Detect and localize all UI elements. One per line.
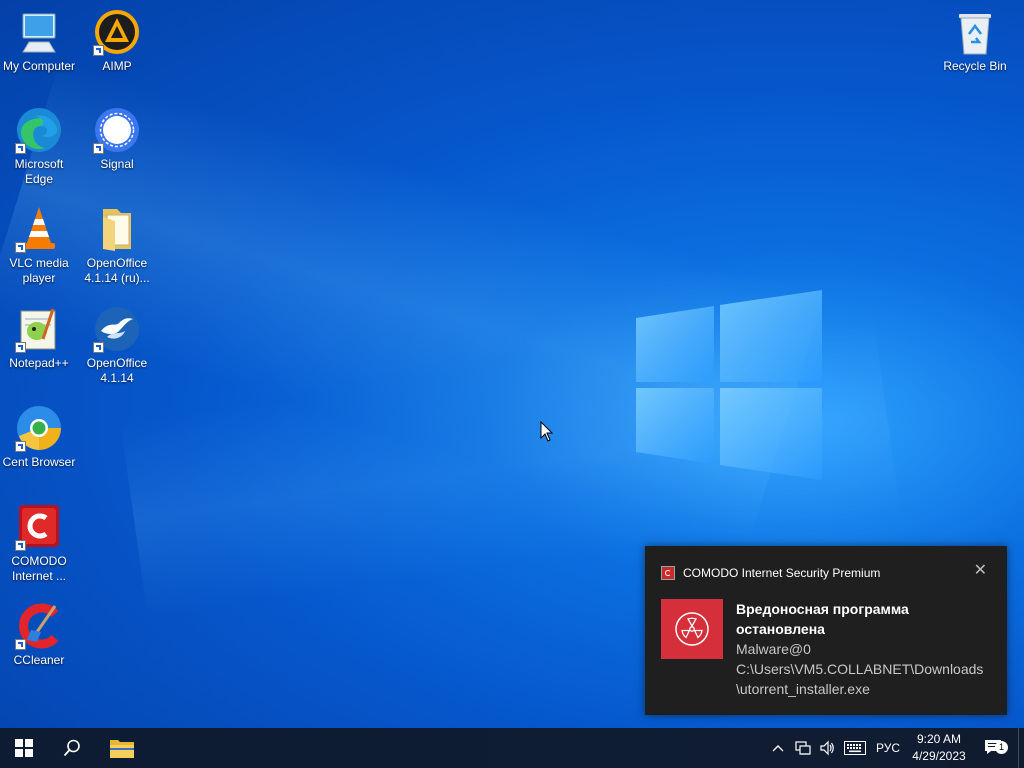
clock-time: 9:20 AM <box>916 732 962 746</box>
comodo-app-icon <box>661 566 675 580</box>
toast-title-line2: остановлена <box>736 621 825 637</box>
input-language-indicator[interactable]: РУС <box>872 728 904 768</box>
toast-app-name: COMODO Internet Security Premium <box>683 566 881 580</box>
icon-label-line1: OpenOffice <box>86 356 148 370</box>
icon-label-line1: OpenOffice <box>86 256 148 270</box>
search-icon <box>63 739 80 757</box>
keyboard-icon <box>844 741 866 755</box>
radiation-icon <box>675 612 709 646</box>
shortcut-arrow-icon <box>15 143 26 154</box>
volume-button[interactable] <box>816 728 838 768</box>
desktop-icon-notepadpp[interactable]: Notepad++ <box>0 305 78 371</box>
icon-label: Recycle Bin <box>943 59 1007 73</box>
toast-title-line1: Вредоносная программа <box>736 601 909 617</box>
icon-label-line1: COMODO <box>11 554 67 568</box>
show-desktop-button[interactable] <box>1018 728 1024 768</box>
icon-label-line2: 4.1.14 (ru)... <box>84 271 150 285</box>
icon-label-line1: Microsoft <box>14 157 64 171</box>
icon-label: Signal <box>100 157 134 171</box>
shortcut-arrow-icon <box>93 143 104 154</box>
icon-label: My Computer <box>2 59 76 73</box>
icon-label-line2: Edge <box>24 172 54 186</box>
start-button[interactable] <box>0 728 48 768</box>
malware-alert-tile <box>661 599 723 659</box>
windows-start-icon <box>15 739 33 757</box>
chevron-up-icon <box>772 745 784 752</box>
show-hidden-icons-button[interactable] <box>768 728 788 768</box>
touch-keyboard-button[interactable] <box>842 728 868 768</box>
desktop-icon-signal[interactable]: Signal <box>78 106 156 172</box>
desktop[interactable]: My Computer Microsoft Edge VLC media pla… <box>0 0 1024 728</box>
shortcut-arrow-icon <box>15 540 26 551</box>
icon-label: Cent Browser <box>2 455 76 469</box>
comodo-notification-toast[interactable]: COMODO Internet Security Premium ✕ Вредо… <box>645 546 1007 715</box>
desktop-icon-my-computer[interactable]: My Computer <box>0 8 78 74</box>
mouse-pointer-icon <box>540 421 554 442</box>
desktop-icon-edge[interactable]: Microsoft Edge <box>0 106 78 187</box>
icon-label-line1: VLC media <box>9 256 69 270</box>
search-button[interactable] <box>48 728 96 768</box>
taskbar: РУС 9:20 AM 4/29/2023 1 <box>0 728 1024 768</box>
file-path-line1: C:\Users\VM5.COLLABNET\Downloads <box>736 661 984 677</box>
close-icon[interactable]: ✕ <box>974 563 987 579</box>
clock-date: 4/29/2023 <box>912 749 966 763</box>
folder-icon <box>110 740 134 758</box>
toast-text: Вредоносная программа остановлена Malwar… <box>736 599 1006 699</box>
icon-label-line2: player <box>22 271 56 285</box>
speaker-icon <box>820 740 834 756</box>
windows-logo-wallpaper <box>636 290 822 480</box>
file-explorer-button[interactable] <box>98 728 146 768</box>
desktop-icon-cent-browser[interactable]: Cent Browser <box>0 404 78 470</box>
desktop-icon-vlc[interactable]: VLC media player <box>0 205 78 286</box>
desktop-icon-recycle-bin[interactable]: Recycle Bin <box>936 8 1014 74</box>
desktop-icon-aimp[interactable]: AIMP <box>78 8 156 74</box>
folder-icon <box>103 209 131 251</box>
network-button[interactable] <box>792 728 814 768</box>
desktop-icon-openoffice[interactable]: OpenOffice 4.1.14 <box>78 305 156 386</box>
shortcut-arrow-icon <box>93 45 104 56</box>
action-center-button[interactable]: 1 <box>980 728 1008 768</box>
toast-header: COMODO Internet Security Premium <box>661 564 991 582</box>
recycle-bin-icon <box>959 14 991 55</box>
desktop-icon-openoffice-folder[interactable]: OpenOffice 4.1.14 (ru)... <box>78 205 156 286</box>
network-icon <box>795 741 811 755</box>
shortcut-arrow-icon <box>15 342 26 353</box>
computer-icon <box>22 13 56 53</box>
desktop-icon-ccleaner[interactable]: CCleaner <box>0 602 78 668</box>
icon-label: AIMP <box>102 59 132 73</box>
icon-label-line2: Internet ... <box>11 569 67 583</box>
malware-name: Malware@0 <box>736 641 811 657</box>
desktop-icon-comodo[interactable]: COMODO Internet ... <box>0 503 78 584</box>
icon-label-line2: 4.1.14 <box>100 371 134 385</box>
taskbar-clock[interactable]: 9:20 AM 4/29/2023 <box>905 731 973 765</box>
shortcut-arrow-icon <box>15 639 26 650</box>
icon-label: Notepad++ <box>9 356 69 370</box>
shortcut-arrow-icon <box>15 242 26 253</box>
file-path-line2: \utorrent_installer.exe <box>736 681 870 697</box>
notification-count-badge: 1 <box>995 741 1008 754</box>
shortcut-arrow-icon <box>93 342 104 353</box>
icon-label: CCleaner <box>13 653 65 667</box>
shortcut-arrow-icon <box>15 441 26 452</box>
